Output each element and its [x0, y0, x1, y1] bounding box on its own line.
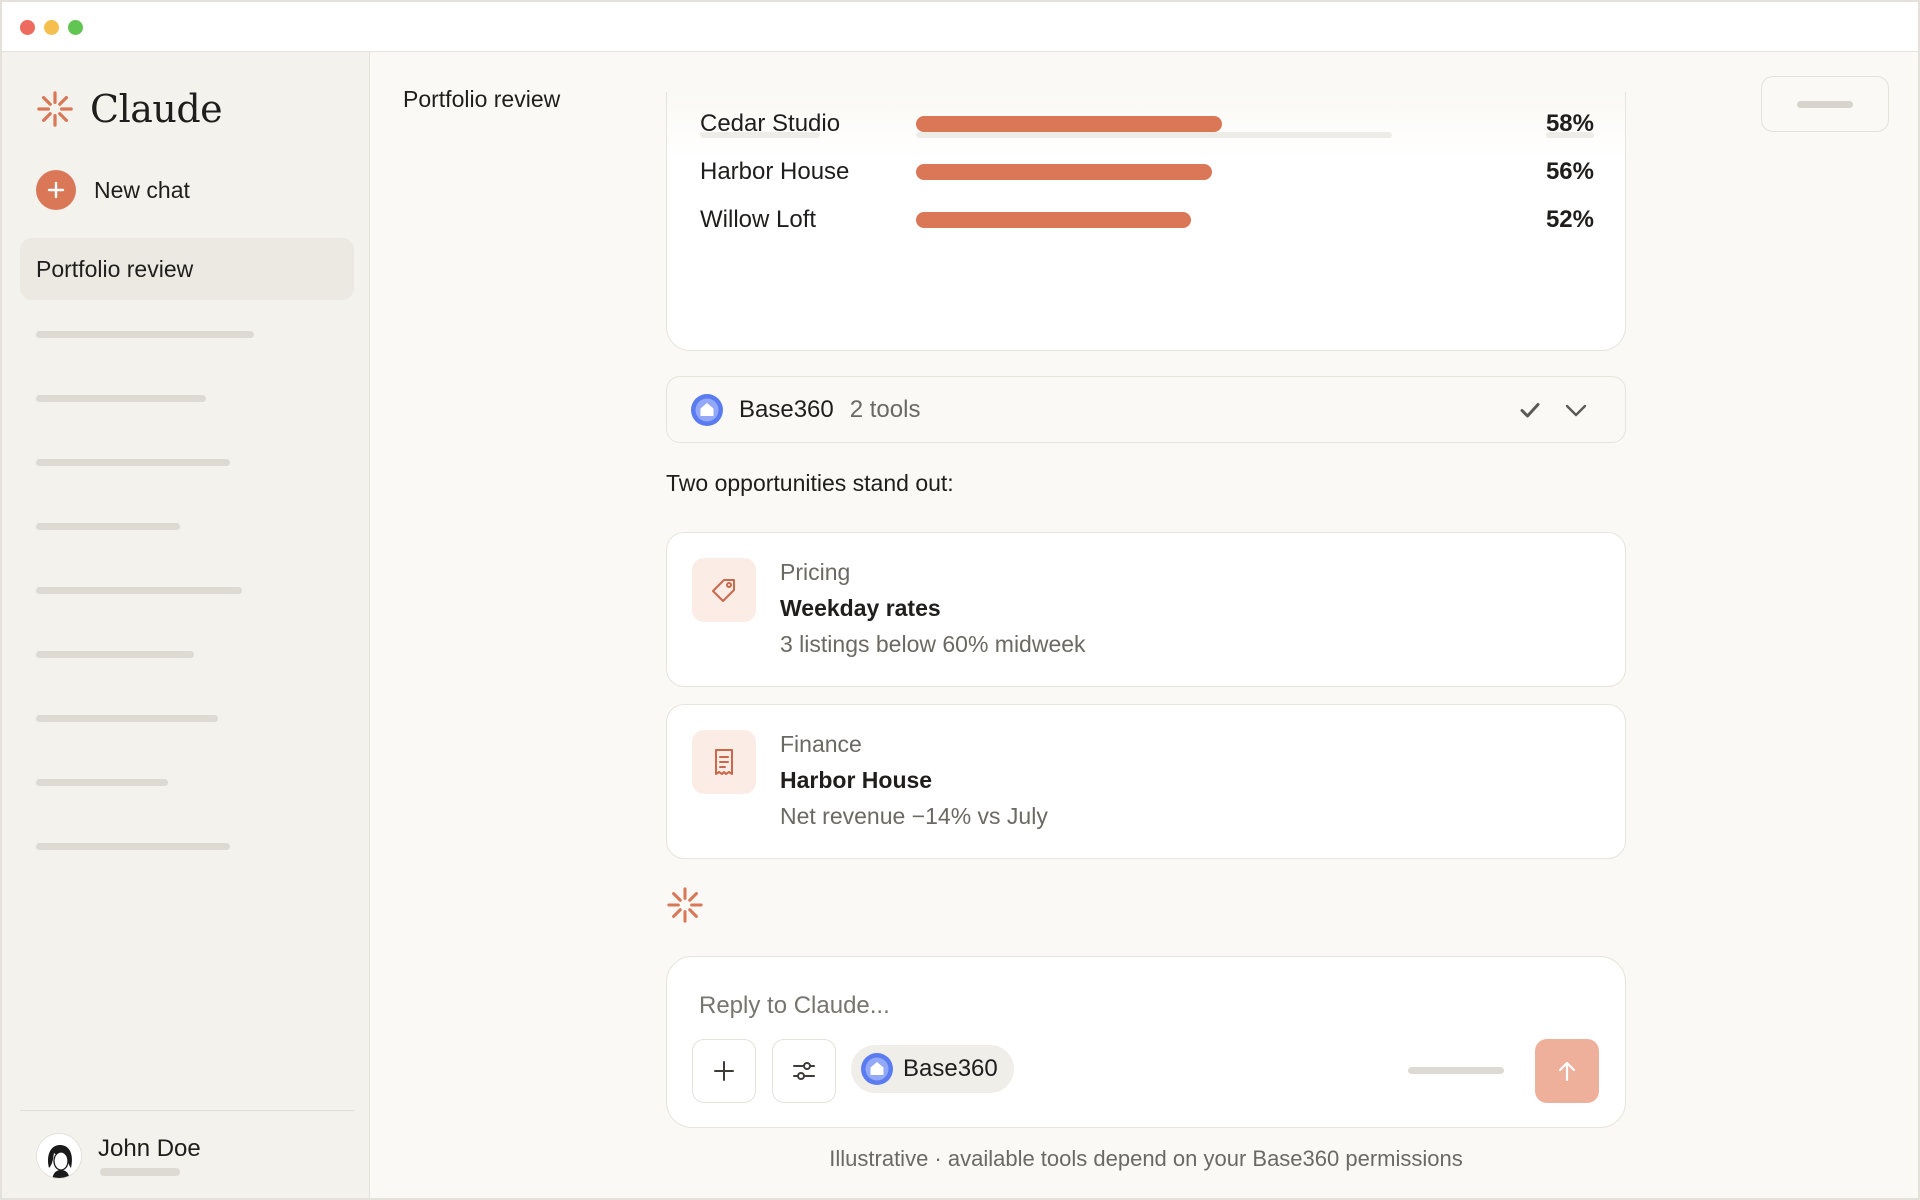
opportunity-card[interactable]: Pricing Weekday rates 3 listings below 6…	[666, 532, 1626, 687]
share-button-placeholder	[1797, 100, 1853, 108]
avatar	[36, 1133, 82, 1179]
opportunity-card[interactable]: Finance Harbor House Net revenue −14% vs…	[666, 704, 1626, 859]
minimize-window-button[interactable]	[44, 20, 59, 35]
user-profile[interactable]: John Doe	[36, 1128, 201, 1184]
reply-input[interactable]	[699, 989, 1579, 1023]
connector-label: Base360	[903, 1055, 998, 1082]
base360-logo-icon	[691, 393, 723, 426]
tool-call-toggle[interactable]: Base360 2 tools	[666, 376, 1626, 443]
claude-thinking-icon	[667, 887, 703, 923]
occupancy-row-label: Willow Loft	[700, 206, 817, 233]
sidebar-item-placeholder[interactable]	[36, 459, 230, 466]
opportunity-category: Pricing	[780, 559, 851, 585]
occupancy-row: Cedar Studio 58%	[700, 104, 1594, 144]
opportunity-title: Weekday rates	[780, 595, 941, 621]
occupancy-row: Harbor House 56%	[700, 152, 1594, 192]
tool-count: 2 tools	[849, 395, 921, 423]
connector-chip[interactable]: Base360	[851, 1045, 1014, 1093]
sidebar-item-placeholder[interactable]	[36, 843, 230, 850]
occupancy-row-label: Harbor House	[700, 158, 850, 185]
close-window-button[interactable]	[20, 20, 35, 35]
arrow-up-icon	[1558, 1061, 1576, 1082]
disclaimer: Illustrative · available tools depend on…	[829, 1146, 1463, 1171]
occupancy-row-value: 56%	[1545, 158, 1594, 185]
new-chat-button[interactable]: New chat	[36, 170, 190, 210]
occupancy-bar-track	[916, 164, 1444, 180]
occupancy-row-value: 52%	[1545, 206, 1594, 233]
occupancy-bar-fill	[916, 116, 1222, 132]
occupancy-bar-track	[916, 116, 1444, 132]
add-attachment-button[interactable]	[692, 1039, 756, 1103]
occupancy-card: Cedar Studio 58% Harbor House 56% Willow Lof…	[666, 92, 1626, 351]
brand[interactable]: Claude	[36, 86, 223, 132]
sidebar-item-placeholder[interactable]	[36, 331, 254, 338]
occupancy-bar-track	[916, 212, 1444, 228]
send-button[interactable]	[1535, 1039, 1599, 1103]
composer: Base360	[666, 956, 1626, 1128]
title-bar	[2, 2, 1918, 52]
claude-spark-icon	[37, 91, 73, 127]
opportunity-detail: 3 listings below 60% midweek	[780, 631, 1086, 657]
receipt-icon	[692, 730, 756, 794]
occupancy-bar-fill	[916, 164, 1212, 180]
brand-name: Claude	[90, 87, 223, 131]
tag-icon	[692, 558, 756, 622]
app-window: Claude New chat Portfolio review John Do…	[0, 0, 1920, 1200]
opportunity-detail: Net revenue −14% vs July	[780, 803, 1048, 829]
occupancy-bar-fill	[916, 212, 1191, 228]
opportunity-title: Harbor House	[780, 767, 933, 793]
tool-name: Base360	[739, 395, 834, 423]
sidebar-item-placeholder[interactable]	[36, 651, 194, 658]
opportunity-category: Finance	[780, 731, 862, 757]
sidebar-item-placeholder[interactable]	[36, 523, 180, 530]
check-icon	[1520, 403, 1540, 418]
sidebar-item-placeholder[interactable]	[36, 779, 168, 786]
sliders-icon	[793, 1062, 815, 1080]
sidebar-item-placeholder[interactable]	[36, 587, 242, 594]
sidebar: Claude New chat Portfolio review John Do…	[2, 52, 370, 1198]
model-selector-placeholder[interactable]	[1408, 1067, 1504, 1074]
page-title: Portfolio review	[403, 86, 561, 112]
zoom-window-button[interactable]	[68, 20, 83, 35]
chat-main: Portfolio review Cedar Studio 58% Harbor H…	[371, 52, 1918, 1198]
occupancy-row: Willow Loft 52%	[700, 200, 1594, 240]
user-name: John Doe	[98, 1135, 201, 1162]
occupancy-row-value: 58%	[1545, 110, 1594, 137]
user-plan-placeholder	[100, 1168, 180, 1176]
sidebar-item-placeholder[interactable]	[36, 395, 206, 402]
plus-icon	[36, 170, 76, 210]
new-chat-label: New chat	[94, 176, 190, 203]
tools-settings-button[interactable]	[772, 1039, 836, 1103]
sidebar-item-portfolio-review[interactable]: Portfolio review	[20, 238, 354, 300]
share-button[interactable]	[1761, 76, 1889, 132]
chevron-down-icon[interactable]	[1561, 395, 1591, 425]
sidebar-divider	[20, 1110, 354, 1111]
sidebar-item-placeholder[interactable]	[36, 715, 218, 722]
base360-logo-icon	[861, 1053, 893, 1085]
assistant-message-text: Two opportunities stand out:	[666, 470, 954, 496]
occupancy-row-label: Cedar Studio	[700, 110, 841, 137]
plus-icon	[714, 1061, 734, 1081]
